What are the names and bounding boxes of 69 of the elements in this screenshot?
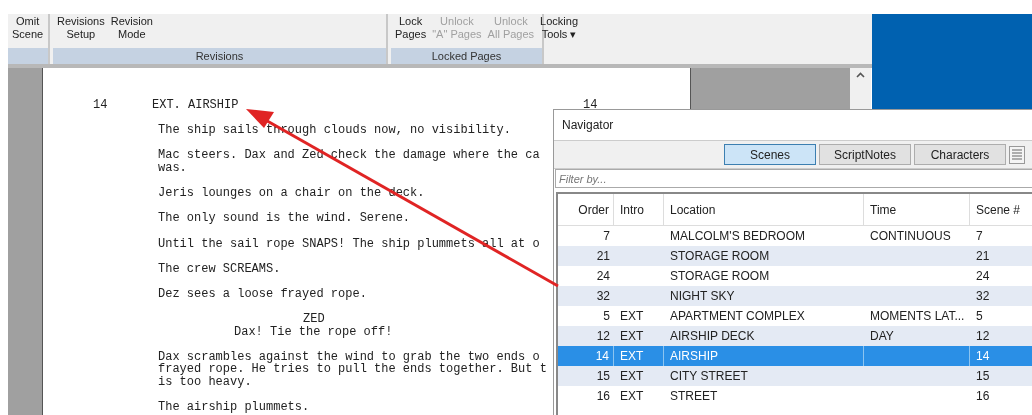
table-cell-text: 24 <box>596 268 610 285</box>
table-cell-text: MALCOLM'S BEDROOM <box>670 228 805 245</box>
action-text: The crew SCREAMS. <box>158 262 281 276</box>
table-cell-text: 16 <box>596 388 610 405</box>
table-row[interactable]: 15 EXT CITY STREET 15 <box>558 366 1032 386</box>
tab[interactable]: Scenes <box>724 144 816 165</box>
table-cell-text: 5 <box>976 308 983 325</box>
ribbon-button[interactable]: Locking Tools ▾ <box>538 15 580 41</box>
group-label: Revisions <box>195 48 244 64</box>
action-text: Dax scrambles against the wind to grab the two ends o frayed rope. He tries to pull the ends together. But t is too heavy. <box>158 350 547 389</box>
character-name: ZED <box>303 313 325 326</box>
group-label-bar <box>8 48 48 64</box>
table-cell-text: 5 <box>603 308 610 325</box>
table-cell-text: CITY STREET <box>670 368 748 385</box>
table-cell-text: 12 <box>596 328 610 345</box>
group-label: Locked Pages <box>431 48 502 64</box>
table-cell-text: STREET <box>670 388 718 405</box>
table-cell-text: 7 <box>603 228 610 245</box>
table-row[interactable]: 32 NIGHT SKY 32 <box>558 286 1032 306</box>
ribbon-button[interactable]: Revisions Setup <box>55 15 107 41</box>
table-cell-text: 14 <box>976 348 990 365</box>
scroll-up-icon[interactable] <box>856 72 865 78</box>
action-text: Dez sees a loose frayed rope. <box>158 287 367 301</box>
table-cell-text: NIGHT SKY <box>670 288 735 305</box>
tab[interactable]: Characters <box>914 144 1006 165</box>
table-cell-text: 15 <box>596 368 610 385</box>
table-cell-text: 24 <box>976 268 990 285</box>
table-cell-text: EXT <box>620 348 644 365</box>
table-cell-text: EXT <box>620 308 644 325</box>
table-row[interactable]: 21 STORAGE ROOM 21 <box>558 246 1032 266</box>
table-cell-text: STORAGE ROOM <box>670 248 770 265</box>
table-cell-text: 21 <box>596 248 610 265</box>
scene-number: 14 <box>92 99 109 112</box>
column-header[interactable]: Scene # <box>970 194 1032 225</box>
table-cell-text: MOMENTS LAT... <box>870 308 965 325</box>
dialogue-text: Dax! Tie the rope off! <box>234 325 393 339</box>
scene-number: 14 <box>583 99 598 112</box>
ribbon-button[interactable]: Revision Mode <box>108 15 155 41</box>
scene-heading: EXT. AIRSHIP <box>151 99 240 112</box>
table-cell-text: 7 <box>976 228 983 245</box>
table-cell-text: EXT <box>620 368 644 385</box>
table-cell-text: 32 <box>596 288 610 305</box>
tab[interactable]: ScriptNotes <box>819 144 911 165</box>
table-cell-text: STORAGE ROOM <box>670 268 770 285</box>
table-cell-text: DAY <box>870 328 894 345</box>
table-cell-text: 16 <box>976 388 990 405</box>
column-header[interactable]: Time <box>864 194 970 225</box>
table-cell-text: APARTMENT COMPLEX <box>670 308 805 325</box>
column-header[interactable]: Intro <box>614 194 664 225</box>
table-cell-text: AIRSHIP DECK <box>670 328 755 345</box>
table-cell-text: 12 <box>976 328 990 345</box>
table-cell-text: AIRSHIP <box>670 348 718 365</box>
table-cell-text: EXT <box>620 328 644 345</box>
table-cell-text: 32 <box>976 288 990 305</box>
action-text: The airship plummets. <box>158 401 310 414</box>
column-header[interactable]: Order <box>558 194 614 225</box>
table-cell-text: EXT <box>620 388 644 405</box>
table-cell-text: CONTINUOUS <box>870 228 951 245</box>
table-cell-text: 14 <box>595 348 609 365</box>
ribbon-button[interactable]: Lock Pages <box>393 15 429 41</box>
column-header[interactable]: Location <box>664 194 864 225</box>
panel-title: Navigator <box>562 117 614 134</box>
table-cell-text: 15 <box>976 368 990 385</box>
table-cell-text: 21 <box>976 248 990 265</box>
table-row[interactable]: 12 EXT AIRSHIP DECK DAY 12 <box>558 326 1032 346</box>
action-text: The only sound is the wind. Serene. <box>158 212 411 225</box>
list-view-icon[interactable] <box>1009 145 1025 164</box>
ribbon-button[interactable]: Omit Scene <box>10 15 46 41</box>
filter-field[interactable]: Filter by... <box>555 169 1032 188</box>
